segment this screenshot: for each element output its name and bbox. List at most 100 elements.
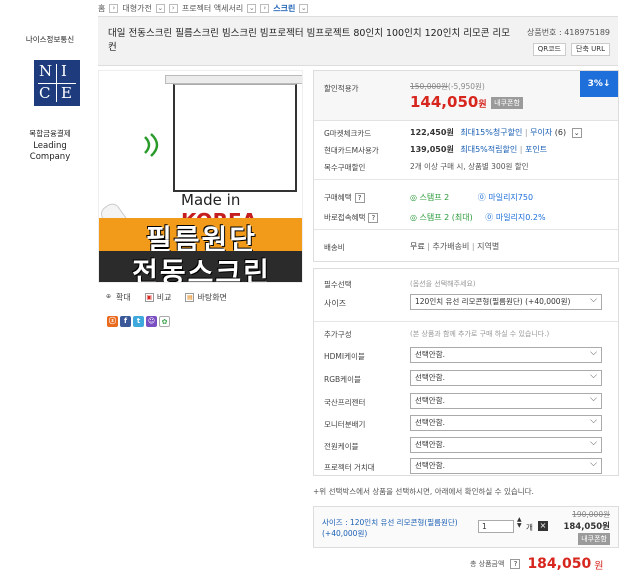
monitor-splitter-select[interactable]: 선택안함.: [410, 414, 602, 431]
total-amount: 184,050: [527, 556, 592, 572]
purchase-stamp: 스탬프 2: [419, 193, 450, 202]
breadcrumb-home[interactable]: 홈: [98, 3, 105, 14]
product-title-bar: 대일 전동스크린 필름스크린 빔스크린 빔프로젝터 빔프로젝트 80인치 100…: [98, 16, 618, 66]
sidebar-company-name: 나이스정보통신: [25, 35, 75, 44]
compare-button[interactable]: ▣ 비교: [144, 292, 171, 303]
mileage-icon: ⓪: [477, 193, 486, 202]
sidebar-tagline-1: 복합금융결제: [29, 129, 71, 138]
facebook-icon[interactable]: f: [120, 316, 131, 327]
extra-label-hdmi: HDMI케이블: [324, 352, 365, 361]
hdmi-cable-select[interactable]: 선택안함.: [410, 346, 602, 363]
mileage-icon: ⓪: [485, 213, 494, 222]
selected-coupon-tag[interactable]: 내쿠폰함: [578, 533, 610, 545]
my-coupon-tag[interactable]: 내쿠폰함: [491, 97, 523, 109]
breadcrumb-level2[interactable]: 프로젝터 액세서리: [182, 3, 243, 14]
direct-mileage: 마일리지0.2%: [495, 213, 546, 222]
discount-label: 할인적용가: [324, 84, 359, 93]
chevron-down-icon[interactable]: ⌄: [247, 3, 257, 13]
card1-benefit[interactable]: 최대15%청구할인: [460, 128, 522, 137]
banner-orange: 필름원단: [99, 218, 302, 256]
extra-label-rgb: RGB케이블: [324, 375, 361, 384]
help-icon[interactable]: ?: [368, 213, 379, 223]
chevron-right-icon: ›: [109, 3, 119, 13]
qr-code-button[interactable]: QR코드: [532, 43, 566, 56]
banner-dark: 전동스크린: [99, 251, 302, 282]
quantity-stepper[interactable]: ▲ ▼: [517, 517, 522, 529]
extra-label-mount: 프로젝터 거치대: [324, 463, 375, 472]
projector-mount-select[interactable]: 선택안함.: [410, 457, 602, 474]
screen-housing: [165, 75, 302, 84]
magnifier-icon: ⊕: [105, 293, 112, 300]
wallpaper-button[interactable]: ▤ 바탕화면: [185, 292, 227, 303]
card1-price: 122,450원: [410, 128, 454, 137]
breadcrumb-level1[interactable]: 대형가전: [122, 3, 151, 14]
discount-badge: 3%↓: [580, 71, 618, 97]
short-url-button[interactable]: 단축 URL: [571, 43, 610, 56]
chevron-down-icon[interactable]: ⌄: [571, 128, 582, 138]
logo-letter-n: N: [39, 62, 53, 80]
extra-label-splitter: 모니터분배기: [324, 420, 366, 429]
shipping-extra: 추가배송비: [432, 242, 470, 251]
image-tools: ⊕ 확대 ▣ 비교 ▤ 바탕화면: [104, 292, 227, 303]
compare-icon: ▣: [144, 293, 154, 302]
remove-item-button[interactable]: ×: [538, 521, 548, 531]
rgb-cable-select[interactable]: 선택안함.: [410, 369, 602, 386]
price-panel: 할인적용가 150,000원(-5,950원) 144,050원 내쿠폰함 3%…: [313, 70, 619, 262]
sns-share: ⓢ f t ☺ ✿: [107, 316, 170, 327]
final-price-won: 원: [478, 100, 487, 110]
chevron-down-icon[interactable]: ⌄: [155, 3, 165, 13]
extra-label: 추가구성: [324, 330, 352, 339]
multi-label: 복수구매할인: [324, 163, 366, 172]
card2-row: 139,050원 최대5%적립할인 | 포인트: [410, 145, 548, 154]
direct-benefit-row: 바로접속혜택?: [324, 212, 379, 223]
logo-letter-c: C: [39, 84, 51, 102]
me2day-icon[interactable]: ☺: [146, 316, 157, 327]
discount-amount: (-5,950원): [447, 82, 485, 91]
nice-logo[interactable]: N I C E: [34, 60, 80, 106]
twitter-icon[interactable]: t: [133, 316, 144, 327]
shipping-region[interactable]: 지역별: [477, 242, 499, 251]
purchase-benefit-values: ◎ 스탬프 2 ⓪ 마일리지750: [410, 192, 533, 203]
required-label: 필수선택: [324, 280, 352, 289]
zoom-button[interactable]: ⊕ 확대: [104, 292, 131, 303]
direct-benefit-values: ◎ 스탬프 2 (최대) ⓪ 마일리지0.2%: [410, 212, 546, 223]
chevron-right-icon: ›: [260, 3, 270, 13]
selection-note: +위 선택박스에서 상품을 선택하시면, 아래에서 확인하실 수 있습니다.: [313, 487, 534, 496]
card1-interest[interactable]: 무이자: [530, 128, 552, 137]
screen-surface: [173, 84, 297, 192]
chevron-down-icon[interactable]: ⌄: [299, 3, 309, 13]
power-cable-select[interactable]: 선택안함.: [410, 436, 602, 453]
size-select[interactable]: 120인치 유선 리모콘형(필름원단) (+40,000원): [410, 293, 602, 310]
card1-row: 122,450원 최대15%청구할인 | 무이자 (6) ⌄: [410, 127, 582, 138]
product-title: 대일 전동스크린 필름스크린 빔스크린 빔프로젝터 빔프로젝트 80인치 100…: [108, 28, 510, 53]
breadcrumb-current[interactable]: 스크린: [273, 3, 295, 14]
product-code: 상품번호 : 418975189: [526, 28, 610, 37]
extra-label-power: 전원케이블: [324, 442, 359, 451]
total-label: 총 상품금액: [470, 560, 505, 568]
purchase-benefit-row: 구매혜택?: [324, 192, 365, 203]
extra-hint: (본 상품과 함께 추가로 구매 하실 수 있습니다.): [410, 330, 550, 338]
zoom-label: 확대: [116, 293, 131, 302]
presenter-select[interactable]: 선택안함.: [410, 392, 602, 409]
selected-original-price: 190,000원: [572, 510, 610, 519]
help-icon[interactable]: ?: [354, 193, 365, 203]
quantity-input[interactable]: 1: [478, 520, 514, 533]
card2-benefit[interactable]: 최대5%적립할인: [460, 145, 517, 154]
story-share-icon[interactable]: ⓢ: [107, 316, 118, 327]
divider: [314, 179, 618, 180]
size-label: 사이즈: [324, 299, 347, 308]
total-won: 원: [594, 560, 604, 572]
clip-icon[interactable]: ✿: [159, 316, 170, 327]
multi-text: 2개 이상 구매 시, 상품별 300원 할인: [410, 162, 529, 171]
extra-label-presenter: 국산프리젠터: [324, 398, 366, 407]
purchase-mileage: 마일리지750: [488, 193, 534, 202]
stamp-icon: ◎: [410, 213, 417, 222]
logo-letter-i: I: [61, 62, 67, 80]
product-image[interactable]: Made in KOREA 필름원단 전동스크린: [98, 70, 303, 283]
card2-points[interactable]: 포인트: [525, 145, 547, 154]
purchase-label: 구매혜택: [324, 193, 352, 202]
original-price: 150,000원: [410, 82, 448, 91]
shipping-free: 무료: [410, 242, 425, 251]
help-icon[interactable]: ?: [510, 559, 521, 569]
sidebar-tagline-3: Company: [29, 152, 71, 162]
